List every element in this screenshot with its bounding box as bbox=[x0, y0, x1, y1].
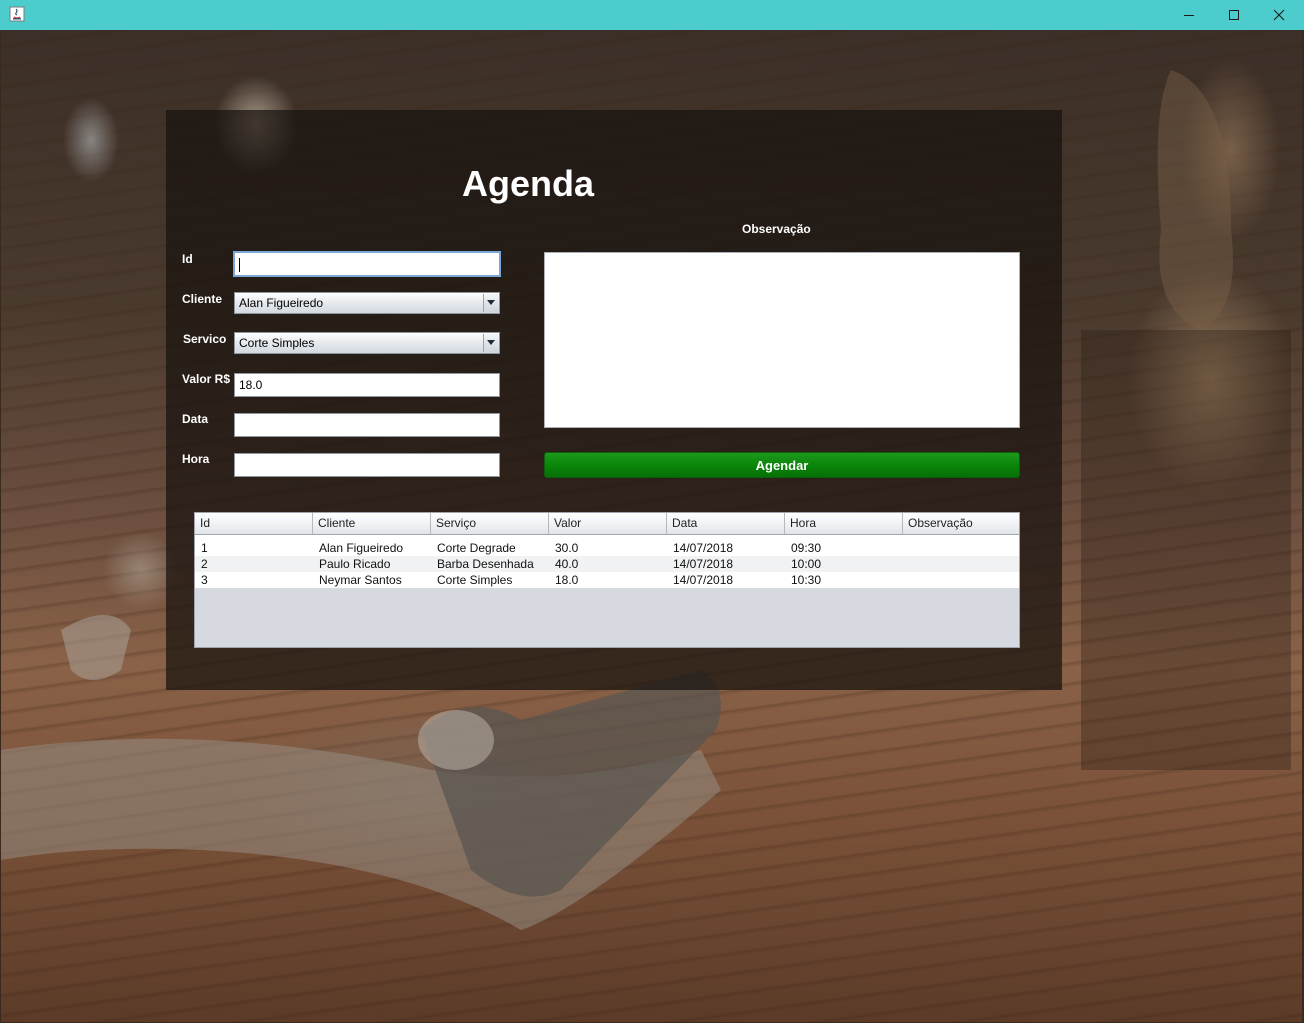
cliente-dropdown-arrow[interactable] bbox=[483, 294, 498, 312]
cell-id: 1 bbox=[201, 541, 208, 555]
table-row[interactable]: 2 Paulo Ricado Barba Desenhada 40.0 14/0… bbox=[195, 556, 1019, 572]
agendar-button[interactable]: Agendar bbox=[544, 452, 1020, 478]
column-header-valor[interactable]: Valor bbox=[549, 513, 667, 534]
maximize-button[interactable] bbox=[1211, 0, 1257, 30]
servico-select[interactable]: Corte Simples bbox=[234, 332, 500, 354]
close-button[interactable] bbox=[1256, 0, 1302, 30]
java-app-icon bbox=[9, 6, 25, 22]
maximize-icon bbox=[1229, 10, 1239, 20]
chevron-down-icon bbox=[487, 340, 495, 345]
column-header-observacao[interactable]: Observação bbox=[903, 513, 1019, 534]
cell-hora: 09:30 bbox=[791, 541, 822, 555]
table-row[interactable]: 3 Neymar Santos Corte Simples 18.0 14/07… bbox=[195, 572, 1019, 588]
cell-valor: 30.0 bbox=[555, 541, 579, 555]
minimize-button[interactable] bbox=[1166, 0, 1212, 30]
cell-observacao bbox=[903, 540, 1019, 556]
cell-observacao bbox=[903, 556, 1019, 572]
data-field[interactable] bbox=[234, 413, 500, 437]
table-header: Id Cliente Serviço Valor Data Hora Obser… bbox=[195, 513, 1019, 535]
text-caret bbox=[239, 257, 240, 272]
cell-servico: Corte Degrade bbox=[437, 541, 516, 555]
cell-servico: Barba Desenhada bbox=[437, 557, 534, 571]
column-header-id[interactable]: Id bbox=[195, 513, 313, 534]
cell-data: 14/07/2018 bbox=[673, 573, 734, 587]
cliente-select-value: Alan Figueiredo bbox=[239, 296, 324, 310]
hora-field[interactable] bbox=[234, 453, 500, 477]
valor-field-value: 18.0 bbox=[239, 378, 263, 392]
servico-label: Servico bbox=[183, 332, 227, 346]
id-label: Id bbox=[182, 252, 193, 266]
chevron-down-icon bbox=[487, 300, 495, 305]
servico-dropdown-arrow[interactable] bbox=[483, 334, 498, 352]
observacao-label: Observação bbox=[742, 222, 811, 236]
cliente-label: Cliente bbox=[182, 292, 223, 306]
data-label: Data bbox=[182, 412, 209, 426]
table-row[interactable]: 1 Alan Figueiredo Corte Degrade 30.0 14/… bbox=[195, 540, 1019, 556]
window-title-bar[interactable] bbox=[0, 0, 1304, 30]
cell-servico: Corte Simples bbox=[437, 573, 513, 587]
cell-valor: 40.0 bbox=[555, 557, 579, 571]
valor-label: Valor R$ bbox=[182, 372, 231, 386]
column-header-hora[interactable]: Hora bbox=[785, 513, 903, 534]
close-icon bbox=[1273, 9, 1285, 21]
cell-cliente: Alan Figueiredo bbox=[319, 541, 404, 555]
cell-data: 14/07/2018 bbox=[673, 557, 734, 571]
cell-observacao bbox=[903, 572, 1019, 588]
cell-id: 3 bbox=[201, 573, 208, 587]
appointments-table[interactable]: Id Cliente Serviço Valor Data Hora Obser… bbox=[194, 512, 1020, 648]
cell-data: 14/07/2018 bbox=[673, 541, 734, 555]
cliente-select[interactable]: Alan Figueiredo bbox=[234, 292, 500, 314]
cell-hora: 10:30 bbox=[791, 573, 822, 587]
cell-id: 2 bbox=[201, 557, 208, 571]
cell-valor: 18.0 bbox=[555, 573, 579, 587]
page-title: Agenda bbox=[462, 163, 595, 204]
column-header-servico[interactable]: Serviço bbox=[431, 513, 549, 534]
column-header-cliente[interactable]: Cliente bbox=[313, 513, 431, 534]
cell-hora: 10:00 bbox=[791, 557, 822, 571]
hora-label: Hora bbox=[182, 452, 210, 466]
valor-field[interactable]: 18.0 bbox=[234, 373, 500, 397]
column-header-data[interactable]: Data bbox=[667, 513, 785, 534]
cell-cliente: Paulo Ricado bbox=[319, 557, 391, 571]
id-field[interactable] bbox=[233, 251, 501, 277]
servico-select-value: Corte Simples bbox=[239, 336, 315, 350]
cell-cliente: Neymar Santos bbox=[319, 573, 402, 587]
minimize-icon bbox=[1184, 15, 1194, 16]
observacao-textarea[interactable] bbox=[544, 252, 1020, 428]
